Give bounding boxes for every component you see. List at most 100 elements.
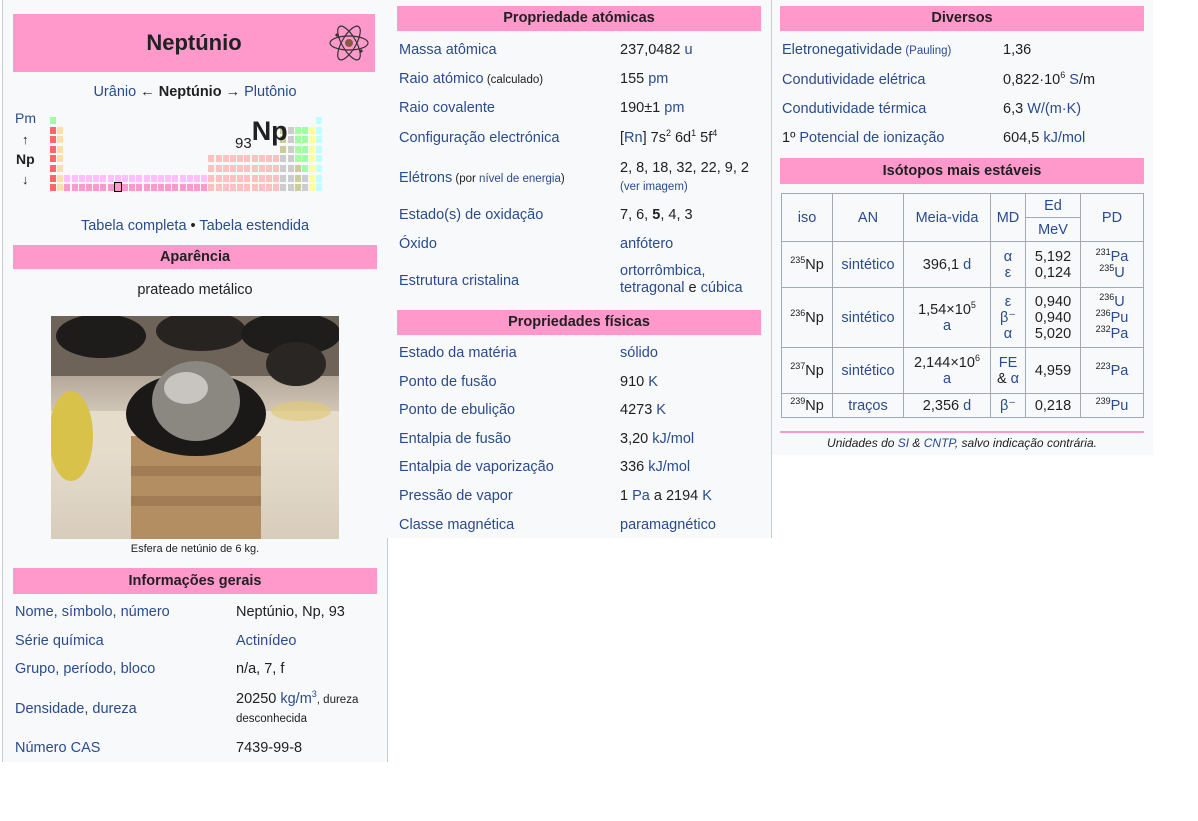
unit-link[interactable]: pm — [664, 100, 684, 116]
appearance-text: prateado metálico — [137, 282, 253, 298]
pt-atomic-number: 93 — [235, 135, 252, 152]
density-number: 20250 — [236, 691, 281, 707]
atomic-key: Raio covalente — [399, 100, 495, 116]
arrow-right-icon: → — [225, 84, 241, 100]
misc-row: Eletronegatividade (Pauling) 1,36 — [782, 42, 1145, 62]
rn-link[interactable]: Rn — [624, 130, 643, 146]
magnetic-class-link[interactable]: paramagnético — [620, 517, 716, 533]
col-md[interactable]: MD — [990, 193, 1026, 242]
nav-next-link[interactable]: Plutônio — [244, 84, 296, 100]
cntp-link[interactable]: CNTP — [924, 436, 955, 450]
section-header-general: Informações gerais — [13, 568, 377, 594]
col-ed[interactable]: Ed — [1025, 193, 1081, 218]
physical-key: Pressão de vapor — [399, 488, 513, 504]
isotope-product[interactable]: 223Pa — [1080, 347, 1144, 394]
col-an[interactable]: AN — [832, 193, 904, 242]
pt-cell — [315, 135, 324, 145]
general-row: Série química Actinídeo — [15, 633, 379, 653]
isotope-decay-mode[interactable]: β⁻ — [990, 393, 1026, 418]
state-link[interactable]: sólido — [620, 345, 658, 361]
pt-current-marker — [113, 182, 122, 193]
cubic-link[interactable]: cúbica — [701, 280, 743, 296]
section-header-misc: Diversos — [780, 6, 1144, 31]
isotope-abundance[interactable]: sintético — [832, 347, 904, 394]
isotope-abundance[interactable]: sintético — [832, 241, 904, 288]
unit-link[interactable]: W/(m·K) — [1027, 101, 1081, 117]
unit-link[interactable]: K — [648, 374, 658, 390]
isotope-abundance[interactable]: sintético — [832, 287, 904, 348]
physical-key: Entalpia de vaporização — [399, 459, 554, 475]
col-pd[interactable]: PD — [1080, 193, 1144, 242]
energy-level-link[interactable]: nível de energia — [479, 173, 561, 185]
isotope-decay-mode[interactable]: αε — [990, 241, 1026, 288]
table-extended-link[interactable]: Tabela estendida — [199, 218, 309, 234]
see-image-link[interactable]: (ver imagem) — [620, 181, 688, 193]
atomic-key: Raio atómico (calculado) — [399, 71, 544, 87]
physical-row: Pressão de vapor 1 Pa a 2194 K — [399, 488, 763, 508]
col-half-life[interactable]: Meia-vida — [903, 193, 991, 242]
oxide-link[interactable]: anfótero — [620, 236, 673, 252]
misc-row: Condutividade elétrica 0,822·106 S/m — [782, 71, 1145, 92]
physical-key: Classe magnética — [399, 517, 515, 533]
isotope-half-life: 396,1 d — [903, 241, 991, 288]
pt-cell — [56, 135, 65, 145]
misc-key: Condutividade elétrica — [782, 72, 926, 88]
unit-link[interactable]: kJ/mol — [652, 431, 694, 447]
misc-value: 1,36 — [1003, 42, 1032, 58]
unit-link[interactable]: kJ/mol — [648, 459, 690, 475]
isotope-row: 236Np sintético 1,54×105 a ε β⁻ α 0,940 0,940 5,0… — [781, 287, 1144, 348]
isotope-product[interactable]: 236U 236Pu 232Pa — [1080, 287, 1144, 348]
orthorhombic-link[interactable]: ortorrômbica, — [620, 263, 705, 279]
unit-link[interactable]: K — [656, 402, 666, 418]
physical-key: Ponto de ebulição — [399, 402, 516, 418]
pt-cell — [315, 154, 324, 164]
pt-cell — [315, 173, 324, 183]
unit-link[interactable]: S — [1065, 72, 1079, 88]
atomic-row: Raio atómico (calculado) 155 pm — [399, 71, 763, 91]
isotope-product[interactable]: 239Pu — [1080, 393, 1144, 418]
atomic-row: Estrutura cristalina ortorrômbica, tetra… — [399, 263, 763, 303]
nav-prev-link[interactable]: Urânio — [93, 84, 136, 100]
isotope-abundance[interactable]: traços — [832, 393, 904, 418]
general-row: Número CAS 7439-99-8 — [15, 740, 379, 760]
atomic-key: Elétrons (por nível de energia) — [399, 170, 565, 186]
isotope-decay-mode[interactable]: ε β⁻ α — [990, 287, 1026, 348]
crystal-structure: ortorrômbica, tetragonal e cúbica — [620, 263, 743, 296]
isotope-symbol: 239Np — [781, 393, 833, 418]
tetragonal-link[interactable]: tetragonal — [620, 280, 685, 296]
general-row: Grupo, período, bloco n/a, 7, f — [15, 661, 379, 681]
col-mev[interactable]: MeV — [1025, 217, 1081, 242]
misc-key: Eletronegatividade (Pauling) — [782, 42, 952, 58]
general-key: Nome, símbolo, número — [15, 604, 170, 620]
physical-row: Entalpia de vaporização 336 kJ/mol — [399, 459, 763, 479]
pt-cell — [56, 125, 65, 135]
table-full-link[interactable]: Tabela completa — [81, 218, 187, 234]
atom-icon — [329, 25, 369, 61]
isotope-decay-mode[interactable]: FE & α — [990, 347, 1026, 394]
unit-link[interactable]: K — [702, 488, 712, 504]
misc-key: 1º Potencial de ionização — [782, 130, 945, 146]
unit-link[interactable]: Pa — [632, 488, 650, 504]
arrow-up-icon: ↑ — [22, 132, 29, 147]
general-value: 7439-99-8 — [236, 740, 303, 756]
col-iso[interactable]: iso — [781, 193, 833, 242]
density-unit-link[interactable]: kg/m — [280, 691, 311, 707]
isotope-symbol: 236Np — [781, 287, 833, 348]
unit-link[interactable]: pm — [648, 71, 668, 87]
si-link[interactable]: SI — [898, 436, 909, 450]
unit-link[interactable]: kJ/mol — [1043, 130, 1085, 146]
pt-above-link[interactable]: Pm — [15, 110, 36, 126]
pt-symbol-box: 93Np — [235, 116, 288, 152]
section-header-isotopes: Isótopos mais estáveis — [780, 158, 1144, 184]
atomic-row: Elétrons (por nível de energia) 2, 8, 18… — [399, 159, 763, 199]
chemical-series-link[interactable]: Actinídeo — [236, 633, 296, 649]
isotope-product[interactable]: 231Pa 235U — [1080, 241, 1144, 288]
photo-illustration — [51, 316, 339, 539]
misc-value: 604,5 kJ/mol — [1003, 130, 1086, 146]
general-key: Densidade, dureza — [15, 701, 137, 717]
atomic-row: Óxido anfótero — [399, 236, 763, 256]
atomic-key: Estrutura cristalina — [399, 273, 520, 289]
unit-link[interactable]: u — [685, 42, 693, 58]
table-links: Tabela completa • Tabela estendida — [3, 218, 387, 234]
isotope-row: 239Np traços 2,356 d β⁻ 0,218 239Pu — [781, 393, 1144, 418]
